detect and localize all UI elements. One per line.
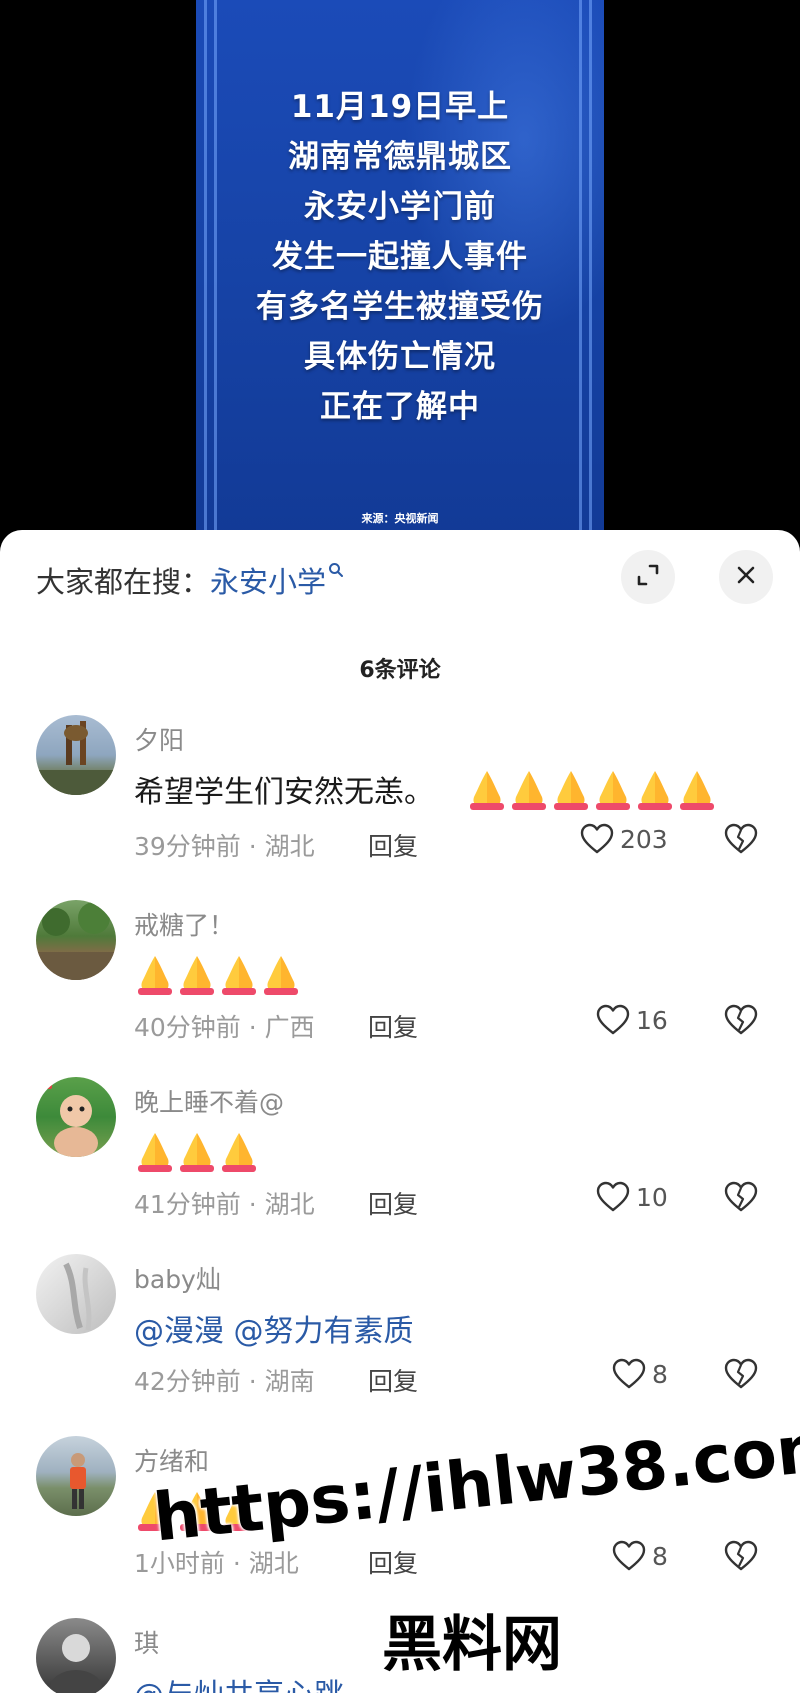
reply-button[interactable]: 回复 [368,1362,418,1398]
comment-time-location: 40分钟前 · 广西 [134,1013,315,1042]
headline-line: 湖南常德鼎城区 [288,139,512,175]
broken-heart-icon [724,823,758,854]
comment-count: 6条评论 [359,658,441,683]
comment-username[interactable]: 琪 [134,1624,159,1660]
headline-line: 正在了解中 [320,389,480,425]
headline-line: 永安小学门前 [304,189,496,225]
expand-button[interactable] [621,550,675,604]
comment-username[interactable]: 晚上睡不着@ [134,1083,284,1119]
heart-icon [580,823,614,854]
pray-emoji-icon [470,771,504,810]
like-count: 16 [636,1005,668,1035]
heart-icon [612,1358,646,1389]
comment-text[interactable]: @漫漫 @努力有素质 [134,1306,414,1350]
trending-search-link[interactable]: 永安小学 [210,559,326,601]
reply-button[interactable]: 回复 [368,1185,418,1221]
headline-line: 有多名学生被撞受伤 [256,289,544,325]
dislike-button[interactable] [724,1540,758,1576]
like-count: 203 [620,824,668,854]
like-button[interactable]: 203 [580,823,668,855]
avatar[interactable] [36,1436,116,1516]
comment-time-location: 42分钟前 · 湖南 [134,1367,315,1396]
emoji-group [134,1129,260,1173]
comment-username[interactable]: 方绪和 [134,1442,209,1478]
pray-emoji-icon [222,1133,256,1172]
dislike-button[interactable] [724,823,758,859]
heart-icon [596,1004,630,1035]
headline-line: 具体伤亡情况 [304,339,496,375]
heart-icon [612,1540,646,1571]
headline-line: 11月19日早上 [290,89,510,125]
pray-emoji-icon [512,771,546,810]
pray-emoji-icon [638,771,672,810]
dislike-button[interactable] [724,1181,758,1217]
pray-emoji-icon [138,956,172,995]
expand-icon [635,562,661,592]
broken-heart-icon [724,1540,758,1571]
comment-time-location: 39分钟前 · 湖北 [134,832,315,861]
comment-time-location: 41分钟前 · 湖北 [134,1190,315,1219]
close-button[interactable] [719,550,773,604]
reply-button[interactable]: 回复 [368,1544,418,1580]
search-icon[interactable] [328,562,344,583]
video-source: 来源：央视新闻 [361,512,439,525]
trending-search-label: 大家都在搜： [36,565,211,599]
pray-emoji-icon [264,956,298,995]
comment-username[interactable]: 夕阳 [134,721,184,757]
like-count: 10 [636,1182,668,1212]
pray-emoji-icon [596,771,630,810]
like-count: 8 [652,1359,668,1389]
video-headline: 11月19日早上 湖南常德鼎城区 永安小学门前 发生一起撞人事件 有多名学生被撞… [196,82,604,432]
like-button[interactable]: 16 [596,1004,668,1036]
video-player[interactable]: 11月19日早上 湖南常德鼎城区 永安小学门前 发生一起撞人事件 有多名学生被撞… [0,0,800,560]
pray-emoji-icon [222,956,256,995]
like-button[interactable]: 10 [596,1181,668,1213]
emoji-group [466,767,718,811]
heart-icon [596,1181,630,1212]
comment-text[interactable]: @与灿共享心跳 [134,1670,344,1693]
comment-text: 希望学生们安然无恙。 [134,775,434,810]
like-button[interactable]: 8 [612,1358,668,1390]
pray-emoji-icon [180,956,214,995]
dislike-button[interactable] [724,1358,758,1394]
headline-line: 发生一起撞人事件 [272,239,528,275]
video-frame: 11月19日早上 湖南常德鼎城区 永安小学门前 发生一起撞人事件 有多名学生被撞… [196,0,604,540]
like-button[interactable]: 8 [612,1540,668,1572]
trending-search: 大家都在搜： 永安小学 [36,558,344,602]
pray-emoji-icon [138,1133,172,1172]
broken-heart-icon [724,1004,758,1035]
broken-heart-icon [724,1358,758,1389]
pray-emoji-icon [680,771,714,810]
avatar[interactable] [36,1618,116,1693]
broken-heart-icon [724,1181,758,1212]
avatar[interactable] [36,1254,116,1334]
avatar[interactable] [36,900,116,980]
pray-emoji-icon [554,771,588,810]
avatar[interactable] [36,715,116,795]
comment-username[interactable]: 戒糖了！ [134,906,234,942]
reply-button[interactable]: 回复 [368,1008,418,1044]
comment-username[interactable]: baby灿 [134,1260,221,1296]
watermark-site-name: 黑料网 [382,1610,562,1680]
dislike-button[interactable] [724,1004,758,1040]
reply-button[interactable]: 回复 [368,827,418,863]
pray-emoji-icon [180,1133,214,1172]
close-icon [735,564,757,590]
emoji-group [134,952,302,996]
like-count: 8 [652,1541,668,1571]
avatar[interactable] [36,1077,116,1157]
